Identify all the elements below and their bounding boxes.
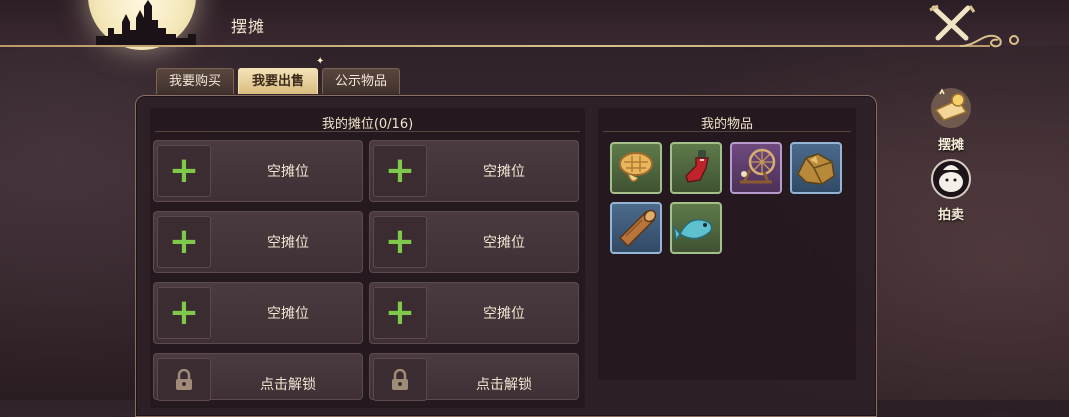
stall-divider — [155, 131, 580, 132]
fish-icon — [673, 219, 713, 243]
plus-icon: + — [168, 292, 200, 333]
header-divider — [0, 45, 990, 47]
inventory-title: 我的物品 — [700, 117, 753, 132]
stall-title: 我的摊位(0/16) — [321, 117, 414, 132]
nav-auction-label: 拍卖 — [937, 208, 964, 223]
inventory-item[interactable] — [610, 202, 662, 254]
potion-bottle-icon — [685, 150, 709, 183]
slot-label: 点击解锁 — [476, 377, 532, 393]
nav-stall-label: 摆摊 — [937, 138, 964, 153]
stall-slot-empty[interactable]: + 空摊位 — [153, 211, 363, 273]
page-title: 摆摊 — [231, 17, 266, 36]
inventory-item[interactable] — [610, 142, 662, 194]
wood-log-icon — [618, 209, 657, 248]
pie-food-icon — [619, 152, 653, 182]
stall-slot-empty[interactable]: + 空摊位 — [153, 140, 363, 202]
plus-icon: + — [384, 150, 416, 191]
inventory-item[interactable] — [670, 202, 722, 254]
tab-buy[interactable]: 我要购买 — [156, 68, 234, 94]
lock-icon — [392, 368, 408, 390]
flourish-ornament-icon — [960, 34, 1019, 48]
slot-label: 空摊位 — [483, 164, 525, 180]
inventory-item[interactable] — [730, 142, 782, 194]
stall-slot-empty[interactable]: + 空摊位 — [369, 140, 579, 202]
auction-icon — [931, 159, 971, 199]
slot-icon-frame: + — [373, 287, 427, 339]
inventory-divider — [603, 131, 851, 132]
plus-icon: + — [168, 221, 200, 262]
inventory-item[interactable] — [790, 142, 842, 194]
slot-icon-frame — [373, 358, 427, 401]
tab-public-items[interactable]: 公示物品 — [322, 68, 400, 94]
stall-slot-locked[interactable]: 点击解锁 — [153, 353, 363, 401]
spinning-wheel-icon — [740, 148, 776, 184]
slot-label: 空摊位 — [267, 306, 309, 322]
stall-slot-locked[interactable]: 点击解锁 — [369, 353, 579, 401]
slot-icon-frame: + — [157, 287, 211, 339]
slot-label: 空摊位 — [267, 235, 309, 251]
slot-icon-frame — [157, 358, 211, 401]
sparkle-icon: ✦ — [316, 56, 325, 67]
slot-icon-frame: + — [373, 145, 427, 197]
nav-stall-button[interactable]: 摆摊 — [925, 86, 977, 153]
slot-label: 空摊位 — [483, 306, 525, 322]
plus-icon: + — [168, 150, 200, 191]
stall-slot-empty[interactable]: + 空摊位 — [369, 282, 579, 344]
gold-ore-icon — [797, 153, 835, 185]
slot-icon-frame: + — [373, 216, 427, 268]
castle-silhouette-icon — [96, 0, 196, 46]
stall-slot-empty[interactable]: + 空摊位 — [369, 211, 579, 273]
slot-label: 点击解锁 — [260, 377, 316, 393]
inventory-item[interactable] — [670, 142, 722, 194]
nav-auction-button[interactable]: 拍卖 — [925, 158, 977, 223]
lock-icon — [176, 368, 192, 390]
tab-sell[interactable]: 我要出售 — [238, 68, 318, 94]
slot-label: 空摊位 — [483, 235, 525, 251]
plus-icon: + — [384, 221, 416, 262]
slot-icon-frame: + — [157, 145, 211, 197]
slot-icon-frame: + — [157, 216, 211, 268]
stall-icon — [931, 88, 971, 128]
slot-label: 空摊位 — [267, 164, 309, 180]
plus-icon: + — [384, 292, 416, 333]
stall-slot-empty[interactable]: + 空摊位 — [153, 282, 363, 344]
